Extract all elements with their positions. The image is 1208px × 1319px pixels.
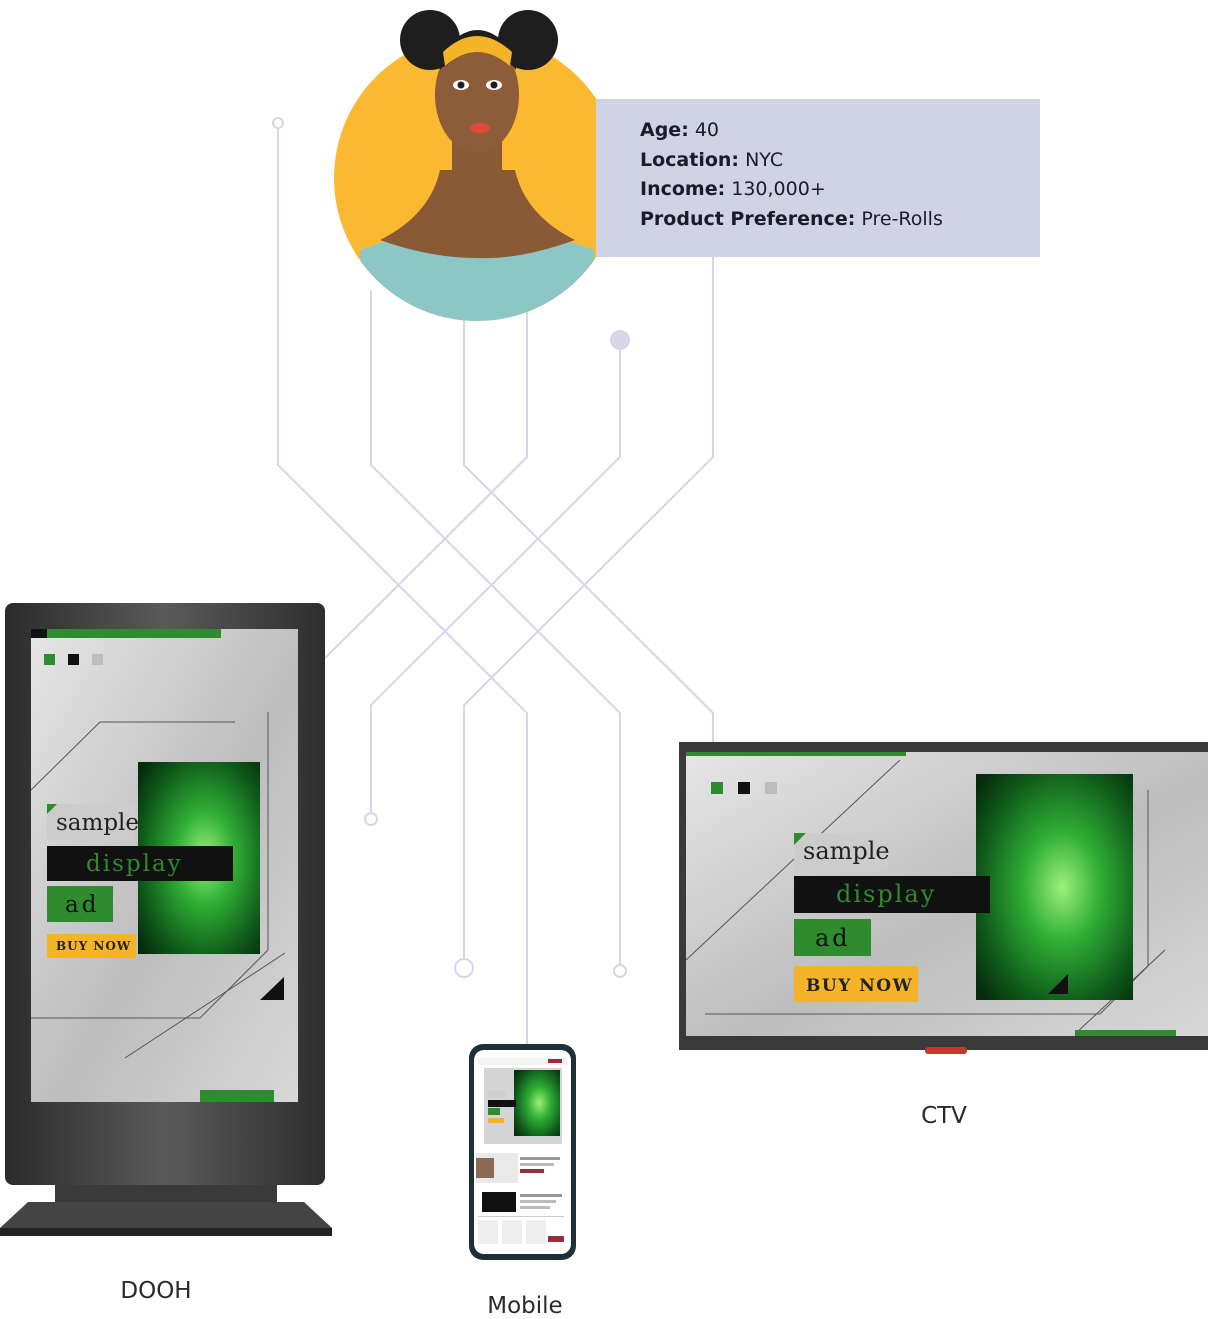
ctv-screen: sample display ad BUY NOW <box>679 742 1208 1054</box>
dooh-ad-cta: BUY NOW <box>56 939 131 953</box>
ctv-ad-line2: display <box>836 880 936 908</box>
dooh-ad-line1: sample <box>56 810 139 836</box>
persona-location: Location: NYC <box>640 148 784 171</box>
ctv-ad-line3: ad <box>815 924 851 952</box>
connector-node <box>613 964 627 978</box>
connector-node <box>454 958 474 978</box>
connector-line <box>463 310 714 745</box>
mobile-phone <box>469 1044 576 1260</box>
connector-node <box>364 812 378 826</box>
dooh-ad-line3: ad <box>65 892 99 918</box>
persona-income: Income: 130,000+ <box>640 178 826 200</box>
connector-node <box>272 117 284 129</box>
label-mobile: Mobile <box>487 1293 563 1319</box>
connector-node <box>610 330 630 350</box>
ctv-ad-cta: BUY NOW <box>806 976 913 996</box>
ctv-ad-line1: sample <box>803 837 890 865</box>
persona-avatar <box>334 10 620 321</box>
connector-line <box>370 340 621 818</box>
label-ctv: CTV <box>921 1103 967 1129</box>
connector-line <box>463 257 714 968</box>
persona-age: Age: 40 <box>640 119 720 141</box>
label-dooh: DOOH <box>120 1278 192 1304</box>
connector-line <box>370 290 621 970</box>
persona-preference: Product Preference: Pre-Rolls <box>640 207 943 230</box>
dooh-ad-line2: display <box>86 851 183 877</box>
persona-details: Age: 40 Location: NYC Income: 130,000+ P… <box>640 116 943 234</box>
dooh-kiosk: sample display ad BUY NOW <box>0 603 332 1236</box>
